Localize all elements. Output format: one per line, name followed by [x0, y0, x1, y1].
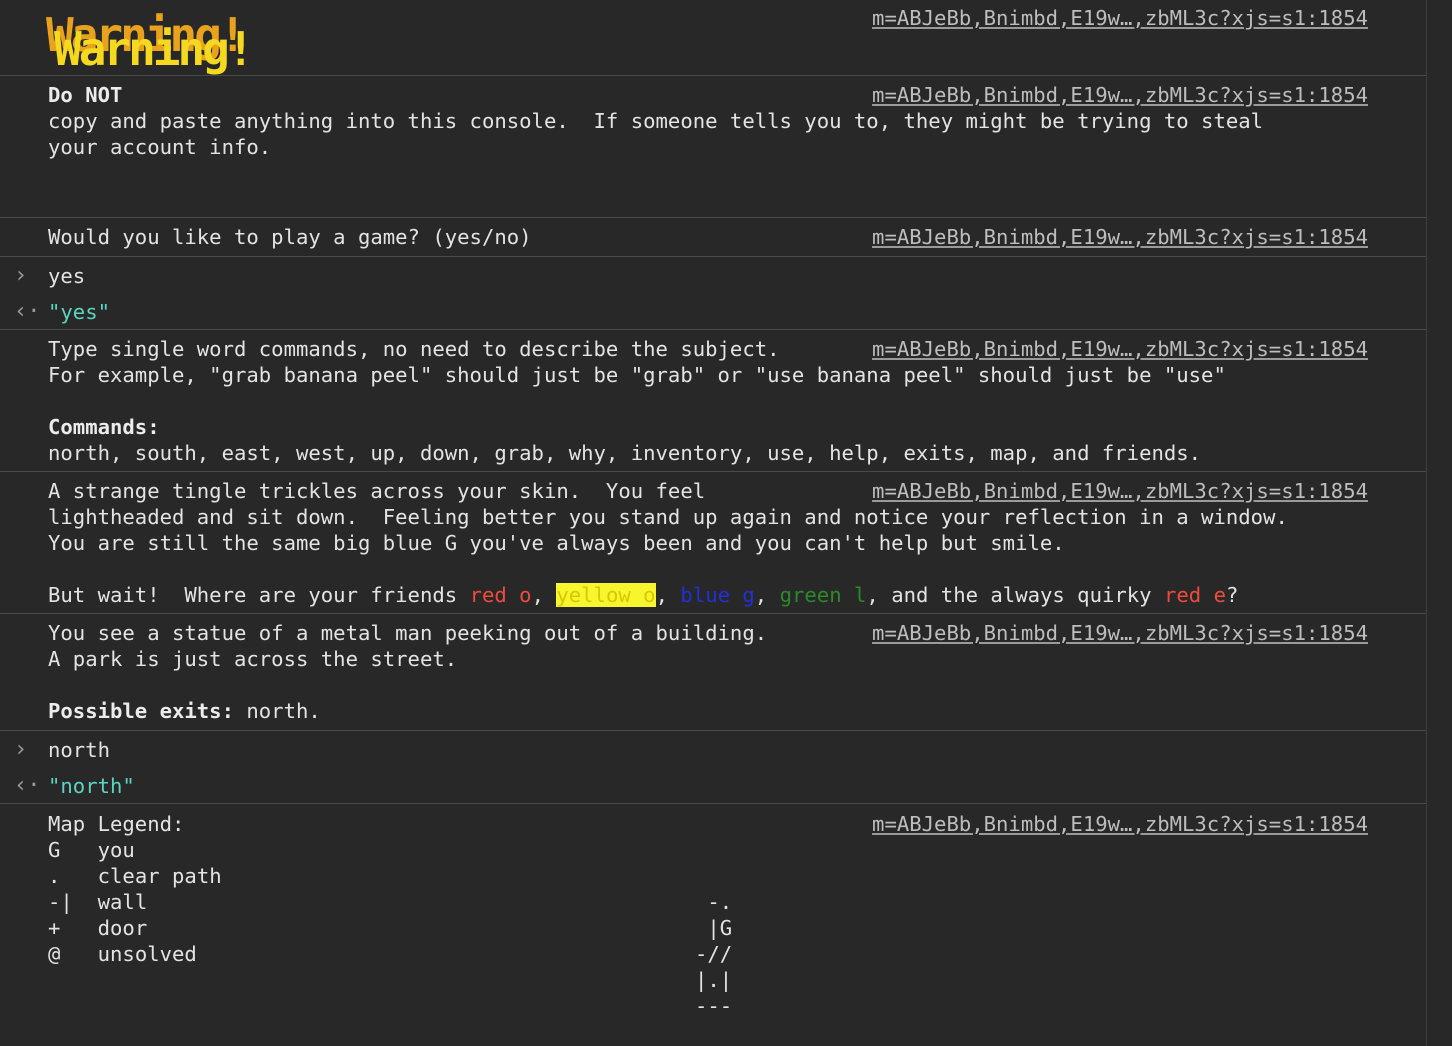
console-message-game-prompt: Would you like to play a game? (yes/no) …	[0, 217, 1426, 256]
friends-end: ?	[1225, 583, 1239, 607]
map-art-row: -//	[695, 942, 733, 966]
story-line-2: lightheaded and sit down. Feeling better…	[48, 505, 1288, 529]
friend-blue-g: blue g	[680, 583, 755, 607]
result-arrow-icon: ‹·	[14, 773, 41, 798]
map-legend-meaning: clear path	[97, 864, 222, 888]
do-not-line-2: your account info.	[48, 135, 272, 159]
friends-separator: ,	[754, 583, 780, 607]
console-message-location: You see a statue of a metal man peeking …	[0, 613, 1426, 730]
map-art-row: ---	[695, 994, 733, 1018]
input-command[interactable]: yes	[48, 263, 85, 289]
map-legend-row: . clear path	[48, 863, 222, 889]
input-chevron-icon: ›	[14, 263, 28, 288]
source-link[interactable]: m=ABJeBb,Bnimbd,E19w…,zbML3c?xjs=s1:1854	[872, 478, 1368, 504]
map-legend-row: @ unsolved	[48, 941, 197, 967]
result-string: "north"	[48, 774, 135, 798]
input-chevron-icon: ›	[14, 737, 28, 762]
friends-prefix: But wait! Where are your friends	[48, 583, 470, 607]
map-legend-meaning: you	[97, 838, 135, 862]
friends-line: But wait! Where are your friends red o , …	[48, 582, 1238, 608]
commands-label: Commands:	[48, 415, 160, 439]
map-legend-symbol: @	[48, 942, 73, 966]
console-message-map: Map Legend: G you. clear path -| wall + do…	[0, 803, 1426, 1046]
do-not-line-1: copy and paste anything into this consol…	[48, 109, 1264, 133]
story-line-1: A strange tingle trickles across your sk…	[48, 479, 706, 503]
map-legend-row: -| wall	[48, 889, 147, 915]
map-legend-title: Map Legend:	[48, 812, 185, 836]
console-message-story: A strange tingle trickles across your sk…	[0, 471, 1426, 613]
source-link[interactable]: m=ABJeBb,Bnimbd,E19w…,zbML3c?xjs=s1:1854	[872, 336, 1368, 362]
map-legend-meaning: unsolved	[97, 942, 197, 966]
source-link[interactable]: m=ABJeBb,Bnimbd,E19w…,zbML3c?xjs=s1:1854	[872, 82, 1368, 108]
map-legend-meaning: door	[97, 916, 148, 940]
friends-and: , and the always quirky	[866, 583, 1164, 607]
do-not-title: Do NOT	[48, 83, 123, 107]
console-message-do-not: Do NOT copy and paste anything into this…	[0, 75, 1426, 217]
console-message-warning: Warning! Warning! m=ABJeBb,Bnimbd,E19w…,…	[0, 0, 1426, 75]
instructions-line-1: Type single word commands, no need to de…	[48, 337, 780, 361]
map-legend-meaning: wall	[97, 890, 148, 914]
map-legend-symbol: G	[48, 838, 73, 862]
commands-list: north, south, east, west, up, down, grab…	[48, 441, 1202, 465]
map-legend-symbol: .	[48, 864, 73, 888]
warning-text: Warning!	[54, 22, 255, 76]
friends-separator: ,	[655, 583, 681, 607]
game-prompt-text: Would you like to play a game? (yes/no)	[48, 225, 532, 249]
result-string: "yes"	[48, 300, 110, 324]
friends-separator: ,	[531, 583, 557, 607]
map-legend-row: G you	[48, 837, 135, 863]
source-link[interactable]: m=ABJeBb,Bnimbd,E19w…,zbML3c?xjs=s1:1854	[864, 620, 1368, 646]
console-input-yes: › yes ‹· "yes"	[0, 256, 1426, 329]
map-art-row: |.|	[695, 968, 733, 992]
console-panel: Warning! Warning! m=ABJeBb,Bnimbd,E19w…,…	[0, 0, 1427, 1046]
friend-red-o: red o	[469, 583, 532, 607]
console-input-north: › north ‹· "north"	[0, 730, 1426, 803]
source-link[interactable]: m=ABJeBb,Bnimbd,E19w…,zbML3c?xjs=s1:1854	[872, 811, 1368, 837]
friend-yellow-o: yellow o	[556, 583, 656, 607]
source-link[interactable]: m=ABJeBb,Bnimbd,E19w…,zbML3c?xjs=s1:1854	[872, 224, 1368, 250]
map-legend-symbol: -|	[48, 890, 73, 914]
console-message-instructions: Type single word commands, no need to de…	[0, 329, 1426, 471]
exits-label: Possible exits:	[48, 699, 234, 723]
source-link[interactable]: m=ABJeBb,Bnimbd,E19w…,zbML3c?xjs=s1:1854	[872, 5, 1368, 31]
location-line-2: A park is just across the street.	[48, 647, 458, 671]
friend-red-e: red e	[1163, 583, 1226, 607]
map-legend-row: + door	[48, 915, 147, 941]
location-line-1: You see a statue of a metal man peeking …	[48, 621, 768, 645]
map-art-row: |G	[695, 916, 733, 940]
result-arrow-icon: ‹·	[14, 299, 41, 324]
scrollbar-track[interactable]	[1427, 0, 1452, 1046]
story-line-3: You are still the same big blue G you've…	[48, 531, 1065, 555]
exits-line: Possible exits: north.	[48, 698, 321, 724]
map-art-row: -.	[695, 890, 733, 914]
map-legend-symbol: +	[48, 916, 73, 940]
exits-value: north.	[233, 699, 321, 723]
friend-green-l: green l	[779, 583, 867, 607]
input-command[interactable]: north	[48, 737, 110, 763]
instructions-line-2: For example, "grab banana peel" should j…	[48, 363, 1226, 387]
warning-banner: Warning! Warning!	[44, 4, 344, 74]
